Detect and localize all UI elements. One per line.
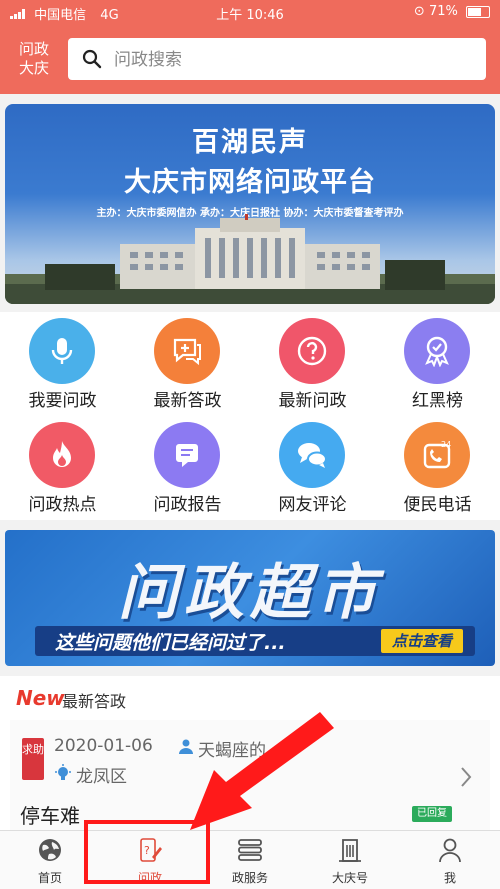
server-icon: [238, 839, 262, 861]
answer-district: 龙凤区: [76, 767, 127, 787]
app-header: 问政大庆: [0, 24, 500, 94]
help-tag: 求助: [22, 738, 44, 780]
tab-me[interactable]: 我: [400, 831, 500, 889]
rotation-lock-icon: ⊙: [413, 4, 425, 19]
grid-label: 最新答政: [153, 391, 222, 411]
answer-title: 停车难: [20, 804, 80, 828]
building-icon: [339, 839, 361, 862]
grid-icon-bg: [279, 318, 345, 384]
hero-title-line1: 百湖民声: [192, 127, 308, 158]
comments-icon: [298, 443, 327, 468]
grid-icon-bg: [404, 318, 470, 384]
battery-percent: 71%: [428, 4, 458, 19]
svg-text:24: 24: [441, 440, 451, 449]
app-title: 问政大庆: [18, 40, 49, 77]
grid-icon-bg: [29, 422, 95, 488]
user-icon: [439, 838, 461, 863]
search-input[interactable]: [112, 44, 476, 76]
grid-item-report[interactable]: 问政报告: [125, 416, 250, 520]
grid-item-hot-topics[interactable]: 问政热点: [0, 416, 125, 520]
grid-item-ask[interactable]: 我要问政: [0, 312, 125, 416]
grid-item-hotline[interactable]: 24 便民电话: [375, 416, 500, 520]
phone-24-icon: 24: [423, 440, 451, 469]
grid-label: 网友评论: [278, 495, 347, 515]
search-icon: [82, 49, 102, 69]
grid-icon-bg: [279, 422, 345, 488]
status-bar: 中国电信 4G 上午 10:46 ⊙ 71%: [0, 0, 500, 24]
promo-banner-title: 问政超市: [118, 558, 382, 628]
grid-label: 红黑榜: [412, 391, 463, 411]
grid-item-latest-questions[interactable]: 最新问政: [250, 312, 375, 416]
grid-label: 最新问政: [278, 391, 347, 411]
grid-icon-bg: 24: [404, 422, 470, 488]
promo-banner-subtitle: 这些问题他们已经问过了...: [55, 632, 286, 654]
grid-icon-bg: [154, 422, 220, 488]
hero-title-line2: 大庆市网络问政平台: [124, 167, 376, 198]
battery-icon: [466, 5, 490, 18]
promo-banner[interactable]: 问政超市 这些问题他们已经问过了... 点击查看: [5, 530, 495, 666]
status-badge: 已回复: [412, 806, 452, 822]
grid-label: 我要问政: [28, 391, 97, 411]
status-right: ⊙ 71%: [414, 4, 490, 19]
bottom-tab-bar: 首页 ? 问政 政服务 大庆号 我: [0, 830, 500, 889]
government-building-image: [5, 214, 495, 304]
tab-label: 我: [443, 871, 456, 885]
feature-grid: 我要问政 最新答政 最新问政 红黑榜 问政热点 问政报告 网友评论 24 便民电…: [0, 312, 500, 520]
hero-banner[interactable]: 百湖民声 大庆市网络问政平台 主办：大庆市委网信办 承办：大庆日报社 协办：大庆…: [5, 104, 495, 304]
flame-icon: [53, 441, 71, 467]
grid-icon-bg: [29, 318, 95, 384]
grid-item-ranking[interactable]: 红黑榜: [375, 312, 500, 416]
section-title: 最新答政: [62, 692, 127, 711]
tab-label: 政服务: [231, 871, 268, 885]
grid-icon-bg: [154, 318, 220, 384]
tab-services[interactable]: 政服务: [200, 831, 300, 889]
grid-item-comments[interactable]: 网友评论: [250, 416, 375, 520]
promo-banner-strip: 这些问题他们已经问过了... 点击查看: [35, 626, 475, 656]
promo-view-button[interactable]: 点击查看: [381, 629, 463, 653]
report-icon: [176, 444, 198, 467]
tab-label: 大庆号: [331, 871, 368, 885]
question-icon: [297, 336, 327, 366]
annotation-highlight: [84, 820, 210, 884]
grid-label: 便民电话: [403, 495, 472, 515]
globe-icon: [39, 839, 61, 861]
grid-label: 问政热点: [28, 495, 97, 515]
chevron-right-icon[interactable]: [460, 766, 472, 788]
microphone-icon: [51, 338, 73, 364]
chat-plus-icon: [173, 338, 201, 366]
grid-item-latest-answers[interactable]: 最新答政: [125, 312, 250, 416]
new-badge: New: [16, 686, 65, 710]
bulb-icon: [55, 764, 71, 780]
tab-daqing-account[interactable]: 大庆号: [300, 831, 400, 889]
grid-label: 问政报告: [153, 495, 222, 515]
answer-date: 2020-01-06: [54, 736, 153, 756]
annotation-arrow: [190, 712, 334, 830]
search-box[interactable]: [68, 38, 486, 80]
medal-icon: [425, 336, 449, 367]
